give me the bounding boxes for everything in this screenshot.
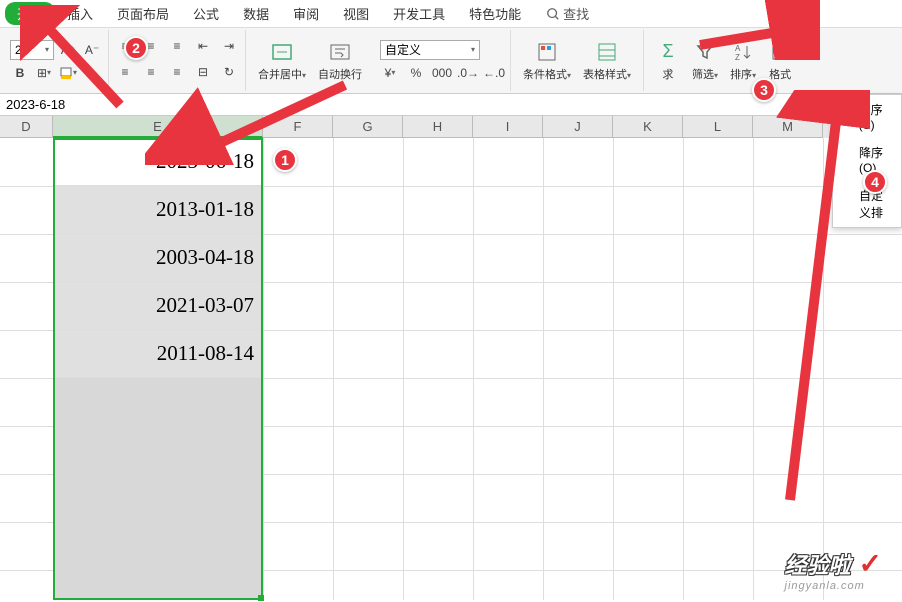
format-button[interactable]: 格式 bbox=[762, 38, 798, 84]
currency-icon[interactable]: ¥▾ bbox=[380, 64, 400, 82]
tab-data[interactable]: 数据 bbox=[231, 1, 281, 26]
number-format-select[interactable]: 自定义▾ bbox=[380, 40, 480, 60]
sum-icon: Σ bbox=[656, 40, 680, 64]
col-header-l[interactable]: L bbox=[683, 116, 753, 138]
increase-font-icon[interactable]: A⁺ bbox=[58, 41, 78, 59]
tab-insert[interactable]: 插入 bbox=[55, 1, 105, 26]
svg-text:Z: Z bbox=[735, 53, 740, 62]
cell-e-4[interactable]: 2021-03-07 bbox=[53, 282, 263, 330]
align-left-icon[interactable]: ≡ bbox=[115, 63, 135, 81]
border-icon[interactable]: ⊞▾ bbox=[34, 64, 54, 82]
style-group: 条件格式▾ 表格样式▾ bbox=[511, 30, 644, 91]
align-right-icon[interactable]: ≡ bbox=[167, 63, 187, 81]
decrease-font-icon[interactable]: A⁻ bbox=[82, 41, 102, 59]
fill-color-icon[interactable]: ▾ bbox=[58, 64, 78, 82]
marker-2: 2 bbox=[124, 36, 148, 60]
sort-asc-icon: A↓ bbox=[841, 111, 853, 122]
merge-group: 合并居中▾ 自动换行 bbox=[246, 30, 374, 91]
col-header-g[interactable]: G bbox=[333, 116, 403, 138]
merge-icon[interactable]: ⊟ bbox=[193, 63, 213, 81]
table-style-icon bbox=[595, 40, 619, 64]
orient-icon[interactable]: ↻ bbox=[219, 63, 239, 81]
comma-icon[interactable]: 000 bbox=[432, 64, 452, 82]
edit-group: Σ 求 筛选▾ AZ 排序▾ 格式 bbox=[644, 30, 804, 91]
table-style-button[interactable]: 表格样式▾ bbox=[577, 38, 637, 84]
cond-format-button[interactable]: 条件格式▾ bbox=[517, 38, 577, 84]
format-icon bbox=[768, 40, 792, 64]
cond-format-icon bbox=[535, 40, 559, 64]
cell-e-1[interactable]: 2023-06-18 bbox=[53, 138, 263, 186]
sort-icon: AZ bbox=[731, 40, 755, 64]
grid: D E F G H I J K L M 2023-06-18 bbox=[0, 116, 902, 600]
font-group: 20▾ A⁺ A⁻ B ⊞▾ ▾ bbox=[4, 30, 109, 91]
auto-wrap-button[interactable]: 自动换行 bbox=[312, 38, 368, 84]
align-bot-icon[interactable]: ≡ bbox=[167, 37, 187, 55]
col-header-i[interactable]: I bbox=[473, 116, 543, 138]
tab-special[interactable]: 特色功能 bbox=[457, 1, 533, 26]
sort-dropdown: A↓ 升序(S) 降序(O) 自定义排 bbox=[832, 94, 902, 228]
sort-button[interactable]: AZ 排序▾ bbox=[724, 38, 762, 84]
cell-e-3[interactable]: 2003-04-18 bbox=[53, 234, 263, 282]
dec-decimal-icon[interactable]: ←.0 bbox=[484, 64, 504, 82]
cells-area[interactable]: 2023-06-18 2013-01-18 2003-04-18 2021-03… bbox=[0, 138, 902, 600]
col-header-j[interactable]: J bbox=[543, 116, 613, 138]
col-header-f[interactable]: F bbox=[263, 116, 333, 138]
tab-start[interactable]: 开始 bbox=[5, 2, 55, 25]
merge-center-icon bbox=[270, 40, 294, 64]
number-group: 自定义▾ ¥▾ % 000 .0→ ←.0 bbox=[374, 30, 511, 91]
marker-3: 3 bbox=[752, 78, 776, 102]
sum-button[interactable]: Σ 求 bbox=[650, 38, 686, 84]
col-header-m[interactable]: M bbox=[753, 116, 823, 138]
tab-dev[interactable]: 开发工具 bbox=[381, 1, 457, 26]
col-header-d[interactable]: D bbox=[0, 116, 53, 138]
tab-formula[interactable]: 公式 bbox=[181, 1, 231, 26]
auto-wrap-icon bbox=[328, 40, 352, 64]
align-center-icon[interactable]: ≡ bbox=[141, 63, 161, 81]
watermark: 经验啦 ✓ jingyanla.com bbox=[785, 547, 882, 592]
indent-dec-icon[interactable]: ⇤ bbox=[193, 37, 213, 55]
cell-e-2[interactable]: 2013-01-18 bbox=[53, 186, 263, 234]
cell-e-5[interactable]: 2011-08-14 bbox=[53, 330, 263, 378]
bold-icon[interactable]: B bbox=[10, 64, 30, 82]
col-header-k[interactable]: K bbox=[613, 116, 683, 138]
inc-decimal-icon[interactable]: .0→ bbox=[458, 64, 478, 82]
search-label: 查找 bbox=[563, 4, 589, 23]
filter-button[interactable]: 筛选▾ bbox=[686, 38, 724, 84]
col-header-h[interactable]: H bbox=[403, 116, 473, 138]
tab-page-layout[interactable]: 页面布局 bbox=[105, 1, 181, 26]
marker-1: 1 bbox=[273, 148, 297, 172]
tab-view[interactable]: 视图 bbox=[331, 1, 381, 26]
menu-tabs: 开始 插入 页面布局 公式 数据 审阅 视图 开发工具 特色功能 查找 bbox=[0, 0, 902, 28]
tab-review[interactable]: 审阅 bbox=[281, 1, 331, 26]
svg-text:A: A bbox=[735, 44, 741, 53]
search-icon bbox=[543, 5, 563, 23]
col-header-e[interactable]: E bbox=[53, 116, 263, 138]
percent-icon[interactable]: % bbox=[406, 64, 426, 82]
marker-4: 4 bbox=[863, 170, 887, 194]
search-area[interactable]: 查找 bbox=[543, 4, 589, 23]
sort-asc-item[interactable]: A↓ 升序(S) bbox=[833, 95, 901, 138]
font-size-input[interactable]: 20▾ bbox=[10, 40, 54, 60]
filter-icon bbox=[693, 40, 717, 64]
column-headers: D E F G H I J K L M bbox=[0, 116, 902, 138]
indent-inc-icon[interactable]: ⇥ bbox=[219, 37, 239, 55]
merge-center-button[interactable]: 合并居中▾ bbox=[252, 38, 312, 84]
